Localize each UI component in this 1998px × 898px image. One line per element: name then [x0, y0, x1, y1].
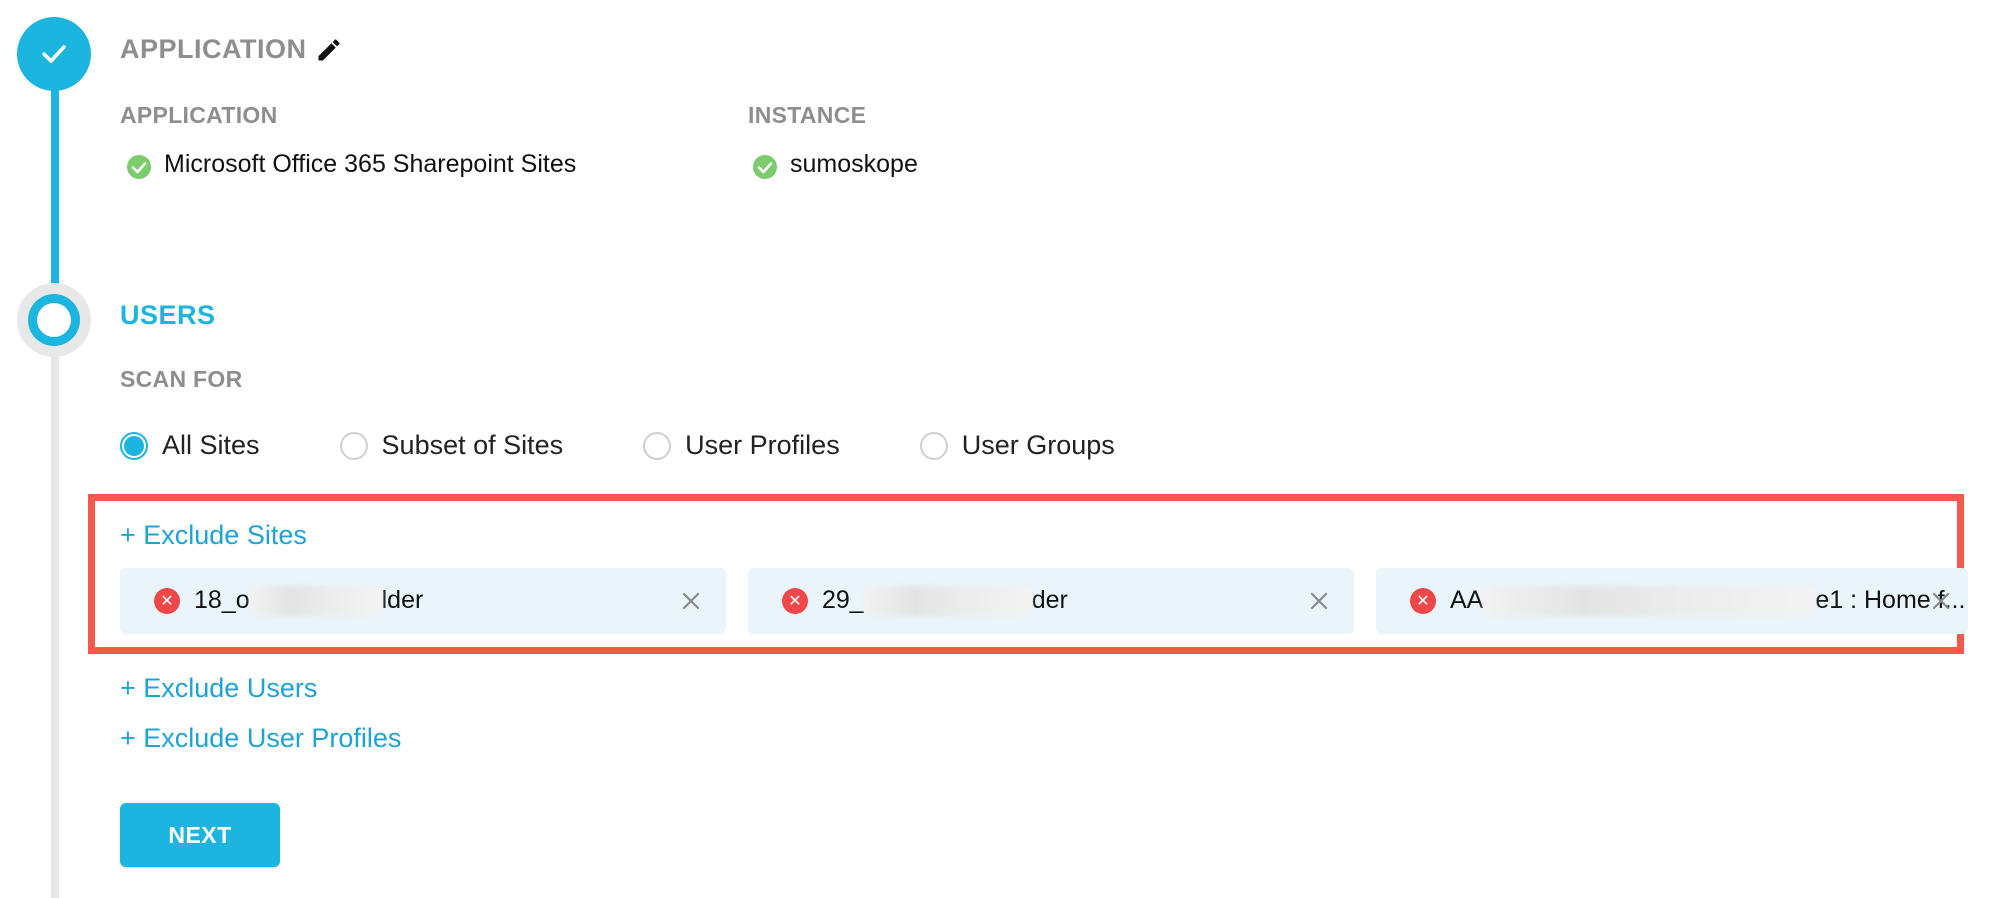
radio-label: All Sites	[162, 430, 260, 460]
excluded-site-chip: ✕ 18_o lder	[120, 568, 726, 634]
excluded-site-name: 29_ der	[822, 586, 1068, 617]
close-icon[interactable]	[678, 588, 704, 614]
application-value: Microsoft Office 365 Sharepoint Sites	[126, 148, 576, 180]
application-step-title: APPLICATION	[120, 34, 307, 64]
check-circle-icon	[753, 155, 777, 179]
radio-label: User Profiles	[685, 430, 840, 460]
excluded-site-name: AA e1 : Home f...	[1450, 586, 1965, 617]
radio-button[interactable]	[643, 431, 672, 460]
instance-label: INSTANCE	[748, 102, 867, 128]
close-icon[interactable]	[1306, 588, 1332, 614]
error-x-icon: ✕	[1410, 588, 1436, 614]
error-x-icon: ✕	[154, 588, 180, 614]
instance-value: sumoskope	[752, 148, 918, 180]
scan-for-options: All Sites Subset of Sites User Profiles …	[120, 430, 1115, 461]
radio-user-groups[interactable]: User Groups	[919, 430, 1115, 461]
exclude-user-profiles-link[interactable]: + Exclude User Profiles	[120, 723, 401, 754]
radio-label: User Groups	[961, 430, 1115, 460]
radio-subset-of-sites[interactable]: Subset of Sites	[339, 430, 564, 461]
radio-user-profiles[interactable]: User Profiles	[643, 430, 840, 461]
scan-for-label: SCAN FOR	[120, 366, 243, 392]
users-step-title: USERS	[120, 300, 216, 330]
application-name: Microsoft Office 365 Sharepoint Sites	[164, 149, 577, 178]
exclude-users-link[interactable]: + Exclude Users	[120, 673, 317, 704]
radio-label: Subset of Sites	[381, 430, 564, 460]
close-icon[interactable]	[1928, 588, 1954, 614]
next-button[interactable]: NEXT	[120, 803, 280, 867]
pencil-edit-icon[interactable]	[315, 36, 343, 64]
excluded-site-chip: ✕ 29_ der	[748, 568, 1354, 634]
step-complete-indicator	[17, 17, 91, 91]
step-connector-pending	[51, 340, 59, 898]
application-step-header: APPLICATION	[120, 34, 343, 65]
radio-all-sites[interactable]: All Sites	[120, 430, 260, 461]
error-x-icon: ✕	[782, 588, 808, 614]
radio-button[interactable]	[339, 431, 368, 460]
application-label: APPLICATION	[120, 102, 278, 128]
checkmark-icon	[42, 45, 66, 63]
excluded-site-name: 18_o lder	[194, 586, 423, 617]
instance-name: sumoskope	[790, 149, 918, 178]
step-connector-complete	[51, 80, 59, 292]
step-active-indicator	[17, 283, 91, 357]
excluded-site-chip: ✕ AA e1 : Home f...	[1376, 568, 1968, 634]
exclude-sites-link[interactable]: + Exclude Sites	[120, 520, 307, 551]
radio-button[interactable]	[919, 431, 948, 460]
check-circle-icon	[127, 155, 151, 179]
radio-button-selected[interactable]	[120, 431, 148, 460]
